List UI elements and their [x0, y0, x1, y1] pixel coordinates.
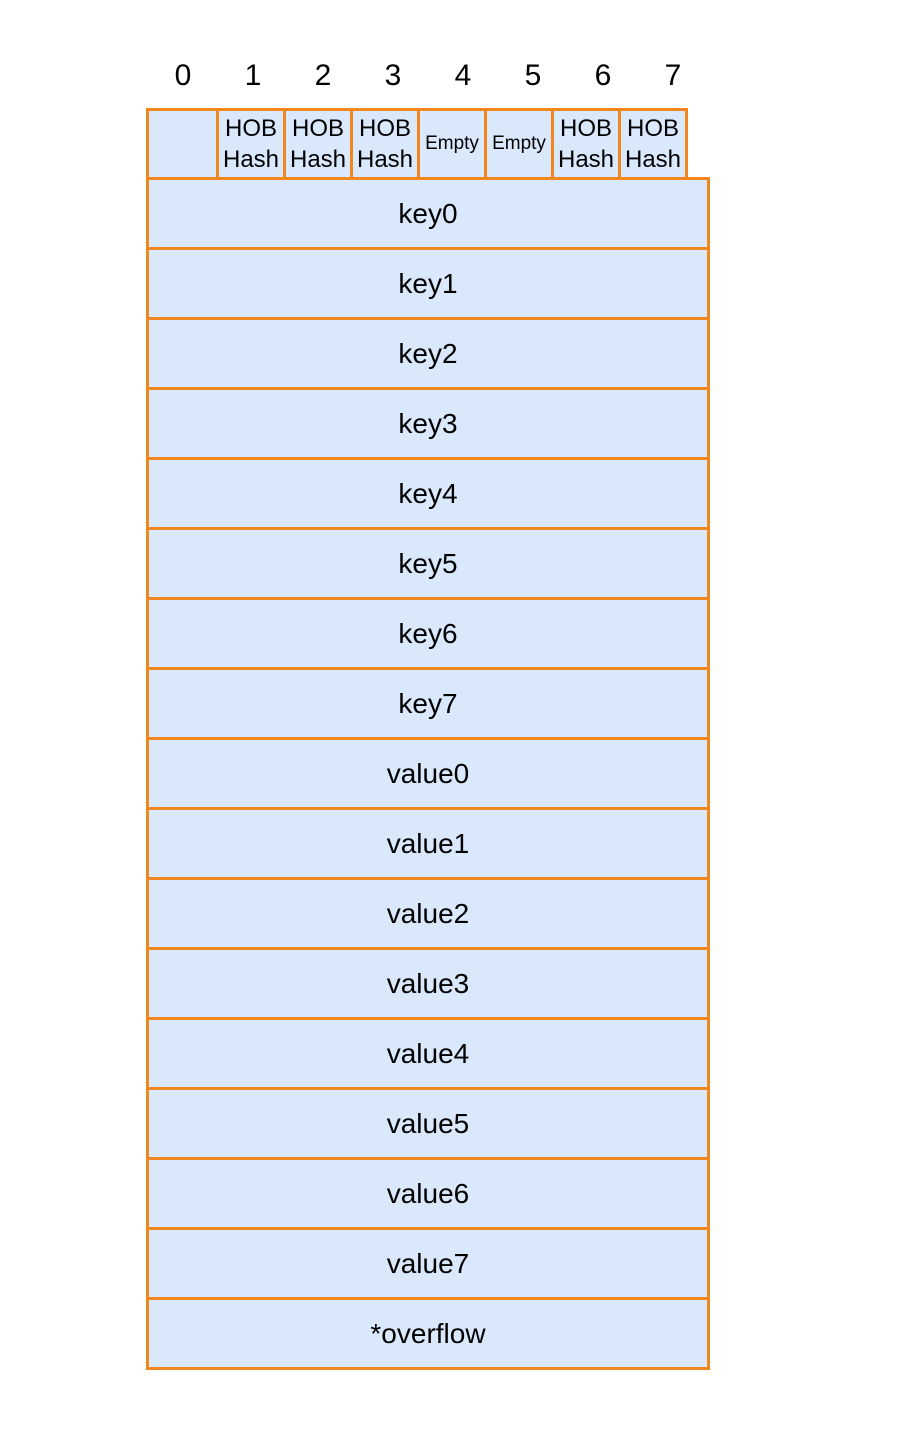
- tophash-cell-empty: Empty: [484, 108, 554, 180]
- value-slot-row: value1: [146, 807, 710, 880]
- tophash-cell-hash: HOB Hash: [551, 108, 621, 180]
- value-slot-row: value6: [146, 1157, 710, 1230]
- tophash-cell-text: Hash: [289, 146, 347, 173]
- column-index-label: 3: [384, 59, 402, 92]
- tophash-cell-text: HOB: [626, 115, 679, 142]
- key-slot-row: key6: [146, 597, 710, 670]
- value-slot-row: value5: [146, 1087, 710, 1160]
- column-index-label: 5: [524, 59, 542, 92]
- bucket-diagram: HOB Hash HOB Hash HOB Hash Empty Empty HOB Hash HO…: [146, 108, 710, 1370]
- key-slot-row: key3: [146, 387, 710, 460]
- value-slot-row: value2: [146, 877, 710, 950]
- column-index-label: 2: [314, 59, 332, 92]
- column-index-label: 4: [454, 59, 472, 92]
- tophash-cell-hash: HOB Hash: [283, 108, 353, 180]
- tophash-cell-text: HOB: [358, 115, 411, 142]
- column-index-label: 7: [664, 59, 682, 92]
- tophash-cell-text: Empty: [425, 133, 479, 154]
- key-slot-row: key4: [146, 457, 710, 530]
- value-slot-row: value7: [146, 1227, 710, 1300]
- value-slot-row: value3: [146, 947, 710, 1020]
- value-slot-row: value0: [146, 737, 710, 810]
- tophash-cell-hash: HOB Hash: [618, 108, 688, 180]
- tophash-cell-text: HOB: [224, 115, 277, 142]
- tophash-cell-text: Hash: [624, 146, 682, 173]
- tophash-cell-hash: HOB Hash: [350, 108, 420, 180]
- tophash-cell-text: Hash: [557, 146, 615, 173]
- column-index-label: 0: [174, 59, 192, 92]
- tophash-cell-text: HOB: [559, 115, 612, 142]
- tophash-cell-blank: [146, 108, 219, 180]
- slot-rows: key0 key1 key2 key3 key4 key5 key6 key7 value0 va…: [146, 177, 710, 1370]
- tophash-cell-hash: HOB Hash: [216, 108, 286, 180]
- column-index-label: 1: [244, 59, 262, 92]
- tophash-cell-text: Hash: [222, 146, 280, 173]
- tophash-cell-text: Empty: [492, 133, 546, 154]
- key-slot-row: key1: [146, 247, 710, 320]
- tophash-cell-text: Hash: [356, 146, 414, 173]
- column-index-header: 0 1 2 3 4 5 6 7: [148, 56, 708, 96]
- tophash-cell-empty: Empty: [417, 108, 487, 180]
- key-slot-row: key7: [146, 667, 710, 740]
- key-slot-row: key5: [146, 527, 710, 600]
- column-index-label: 6: [594, 59, 612, 92]
- value-slot-row: value4: [146, 1017, 710, 1090]
- tophash-row: HOB Hash HOB Hash HOB Hash Empty Empty HOB Hash HO…: [146, 108, 710, 180]
- key-slot-row: key0: [146, 177, 710, 250]
- key-slot-row: key2: [146, 317, 710, 390]
- overflow-pointer-row: *overflow: [146, 1297, 710, 1370]
- tophash-cell-text: HOB: [291, 115, 344, 142]
